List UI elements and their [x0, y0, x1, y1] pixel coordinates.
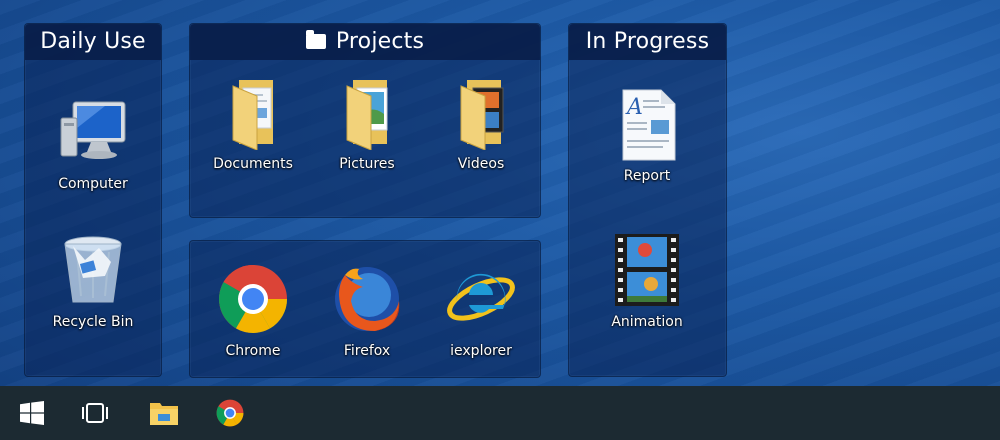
icon-label: iexplorer [450, 343, 512, 359]
desktop-icon-computer[interactable]: Computer [38, 94, 148, 192]
fence-browsers: Chrome Firefox iexplorer [189, 240, 541, 378]
task-view-icon [82, 403, 108, 423]
folder-icon [305, 30, 326, 49]
desktop-icon-iexplorer[interactable]: iexplorer [426, 261, 536, 359]
pictures-folder-icon [346, 80, 388, 150]
icon-label: Animation [611, 314, 683, 330]
icon-label: Chrome [225, 343, 281, 359]
svg-text:A: A [625, 95, 643, 120]
internet-explorer-icon [447, 273, 515, 321]
desktop-icon-recycle-bin[interactable]: Recycle Bin [38, 232, 148, 330]
icon-label: Documents [213, 156, 293, 172]
desktop: Daily Use Computer Recycle Bin Projects … [0, 0, 1000, 386]
chrome-taskbar-button[interactable] [203, 386, 257, 440]
fence-projects: Projects Documents Pictures Videos [189, 23, 541, 218]
videos-folder-icon [460, 80, 504, 150]
computer-icon [60, 101, 126, 159]
desktop-icon-chrome[interactable]: Chrome [198, 261, 308, 359]
desktop-icon-animation[interactable]: Animation [592, 232, 702, 330]
windows-start-icon [20, 401, 44, 425]
taskbar [0, 386, 1000, 440]
icon-label: Firefox [343, 343, 391, 359]
icon-label: Report [623, 168, 671, 184]
desktop-icon-pictures[interactable]: Pictures [312, 74, 422, 172]
icon-label: Videos [457, 156, 505, 172]
fence-title-daily-use[interactable]: Daily Use [25, 24, 161, 60]
chrome-icon [216, 399, 244, 427]
firefox-icon [335, 267, 400, 331]
fence-title-text: Projects [335, 29, 425, 54]
report-document-icon: A [622, 89, 676, 161]
fence-in-progress: In Progress A Report Animation [568, 23, 727, 377]
desktop-icon-documents[interactable]: Documents [198, 74, 308, 172]
documents-folder-icon [232, 80, 273, 150]
file-explorer-icon [150, 403, 178, 425]
animation-film-icon [615, 234, 679, 306]
icon-label: Recycle Bin [52, 314, 134, 330]
desktop-icon-report[interactable]: A Report [592, 86, 702, 184]
icon-label: Pictures [339, 156, 395, 172]
icon-label: Computer [58, 176, 128, 192]
task-view-button[interactable] [68, 386, 122, 440]
chrome-icon [219, 265, 287, 333]
file-explorer-button[interactable] [137, 386, 191, 440]
fence-title-in-progress[interactable]: In Progress [569, 24, 726, 60]
start-button[interactable] [5, 386, 59, 440]
desktop-icon-videos[interactable]: Videos [426, 74, 536, 172]
desktop-icon-firefox[interactable]: Firefox [312, 261, 422, 359]
recycle-bin-icon [64, 236, 122, 303]
fence-daily-use: Daily Use Computer Recycle Bin [24, 23, 162, 377]
fence-title-projects[interactable]: Projects [190, 24, 540, 60]
